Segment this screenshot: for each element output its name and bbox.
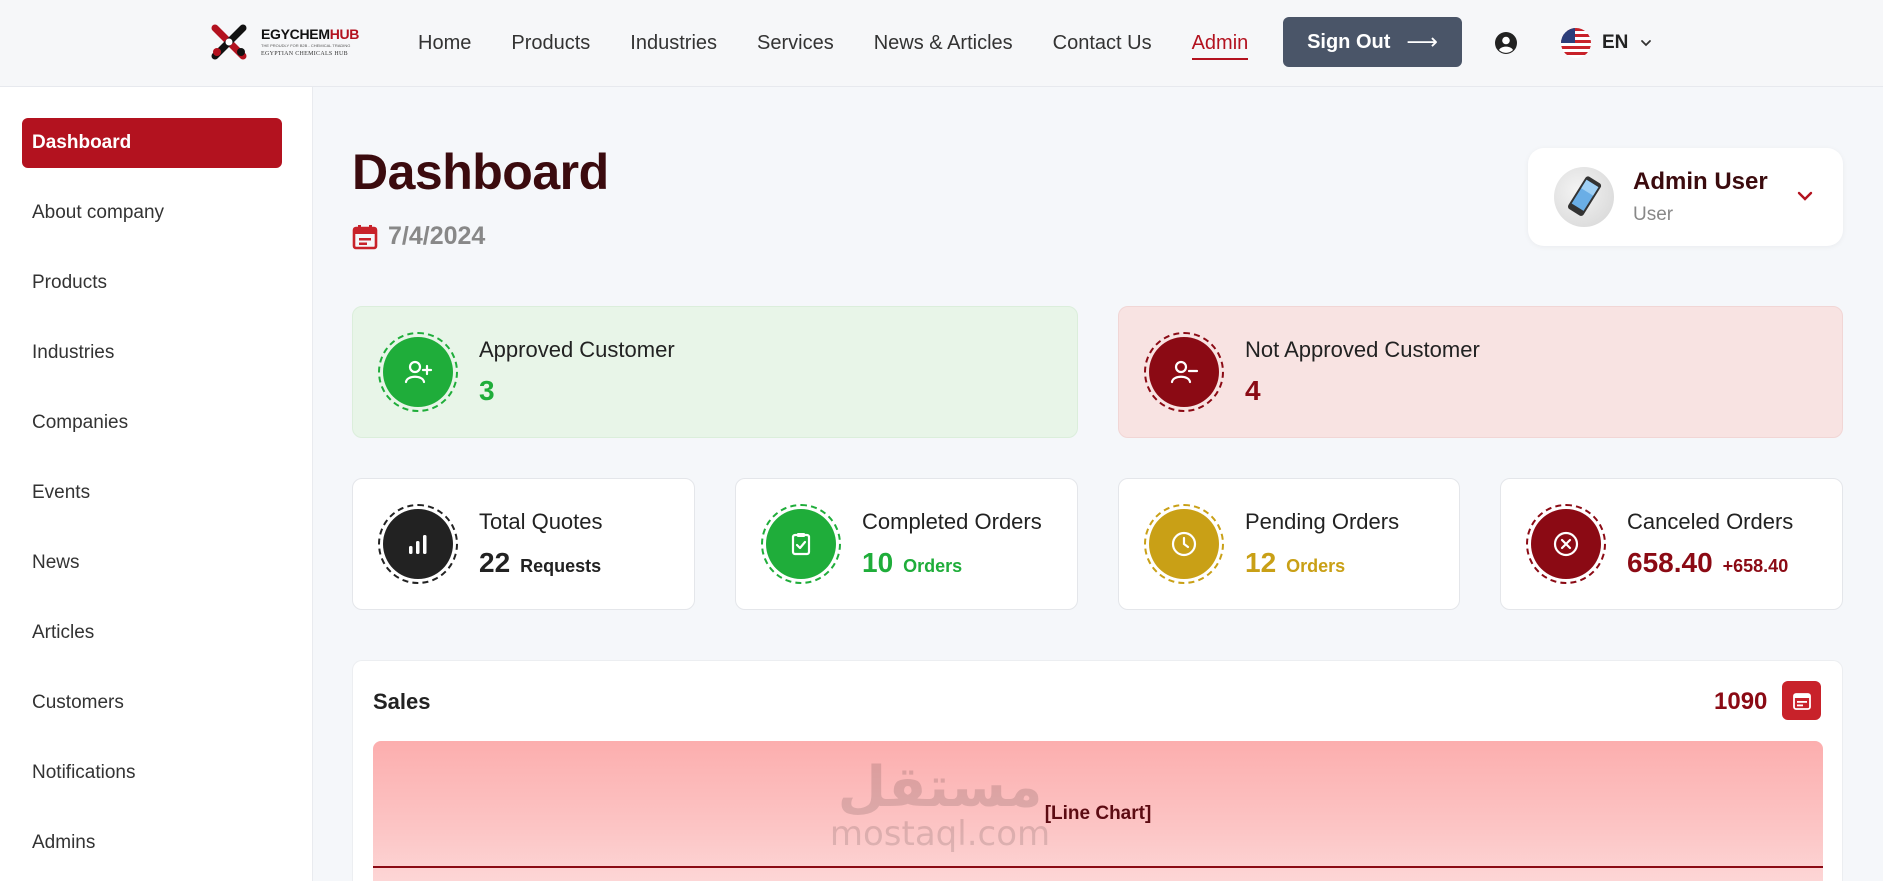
clipboard-check-icon xyxy=(791,533,811,556)
canceled-orders-delta: +658.40 xyxy=(1722,556,1789,576)
account-circle-icon[interactable] xyxy=(1494,31,1518,55)
sidebar-item-events[interactable]: Events xyxy=(22,468,282,518)
completed-orders-value-row: 10 Orders xyxy=(862,547,962,579)
approved-customer-count: 3 xyxy=(479,375,495,406)
chevron-down-icon xyxy=(1641,40,1652,47)
completed-orders-unit: Orders xyxy=(903,556,963,576)
pending-orders-card[interactable]: Pending Orders 12 Orders xyxy=(1118,478,1460,610)
calendar-icon xyxy=(352,224,378,249)
logo-mark-icon xyxy=(207,22,251,62)
sales-title: Sales xyxy=(373,689,431,714)
nav-link-admin[interactable]: Admin xyxy=(1191,32,1249,60)
user-remove-icon xyxy=(1170,360,1199,384)
chart-placeholder-label: [Line Chart] xyxy=(1044,803,1152,824)
nav-link-home[interactable]: Home xyxy=(418,32,471,55)
sidebar-item-about-company[interactable]: About company xyxy=(22,188,282,238)
approved-customer-card[interactable]: Approved Customer 3 xyxy=(352,306,1078,438)
calendar-icon xyxy=(1792,692,1811,710)
sales-total: 1090 xyxy=(1714,688,1768,715)
language-label: EN xyxy=(1602,32,1629,53)
brand-name: EGYCHEMHUB xyxy=(261,26,360,42)
arrow-right-icon: ⟶ xyxy=(1406,29,1438,54)
current-date: 7/4/2024 xyxy=(388,222,486,250)
not-approved-customer-count: 4 xyxy=(1245,375,1261,406)
sign-out-label: Sign Out xyxy=(1307,30,1391,53)
sidebar-item-dashboard[interactable]: Dashboard xyxy=(22,118,282,168)
completed-orders-count: 10 xyxy=(862,547,894,578)
brand-logo[interactable]: EGYCHEMHUB THE PROUDLY FOR B2B - CHEMICA… xyxy=(207,22,379,62)
completed-orders-label: Completed Orders xyxy=(862,509,1042,534)
sidebar-item-customers[interactable]: Customers xyxy=(22,678,282,728)
not-approved-customer-label: Not Approved Customer xyxy=(1245,337,1480,362)
total-quotes-count: 22 xyxy=(479,547,511,578)
canceled-orders-amount: 658.40 xyxy=(1627,547,1713,578)
sidebar-item-industries[interactable]: Industries xyxy=(22,328,282,378)
us-flag-icon xyxy=(1561,28,1591,58)
sidebar-item-articles[interactable]: Articles xyxy=(22,608,282,658)
canceled-icon-ring xyxy=(1526,504,1606,584)
sidebar-item-admins[interactable]: Admins xyxy=(22,818,282,868)
language-selector[interactable]: EN xyxy=(1561,28,1652,58)
sidebar-item-notifications[interactable]: Notifications xyxy=(22,748,282,798)
close-circle-icon xyxy=(1553,531,1579,557)
sales-panel: Sales 1090 [Line Chart] xyxy=(352,660,1843,881)
total-quotes-card[interactable]: Total Quotes 22 Requests xyxy=(352,478,695,610)
pending-orders-label: Pending Orders xyxy=(1245,509,1400,534)
main-nav: Home Products Industries Services News &… xyxy=(418,0,1288,87)
avatar xyxy=(1554,167,1614,227)
total-quotes-unit: Requests xyxy=(520,556,602,576)
bar-chart-icon xyxy=(409,535,427,554)
approved-customer-label: Approved Customer xyxy=(479,337,675,362)
nav-link-industries[interactable]: Industries xyxy=(630,32,717,55)
brand-tagline: THE PROUDLY FOR B2B - CHEMICAL TRADING xyxy=(261,43,351,48)
sidebar-item-news[interactable]: News xyxy=(22,538,282,588)
pending-orders-unit: Orders xyxy=(1286,556,1346,576)
pending-orders-value-row: 12 Orders xyxy=(1245,547,1345,579)
nav-link-products[interactable]: Products xyxy=(511,32,590,55)
user-add-icon xyxy=(404,360,433,384)
sales-date-filter-button[interactable] xyxy=(1782,681,1821,720)
pending-icon-ring xyxy=(1144,504,1224,584)
profile-role: User xyxy=(1633,204,1674,225)
pending-orders-count: 12 xyxy=(1245,547,1277,578)
approved-customer-value-row: 3 xyxy=(479,375,495,407)
total-quotes-label: Total Quotes xyxy=(479,509,603,534)
chevron-down-icon xyxy=(1797,191,1813,201)
sign-out-button[interactable]: Sign Out ⟶ xyxy=(1283,17,1462,67)
date-display: 7/4/2024 xyxy=(352,222,485,251)
nav-link-news-articles[interactable]: News & Articles xyxy=(874,32,1013,55)
brand-wordmark: EGYCHEMHUB THE PROUDLY FOR B2B - CHEMICA… xyxy=(261,27,359,57)
top-navbar: EGYCHEMHUB THE PROUDLY FOR B2B - CHEMICA… xyxy=(0,0,1883,87)
sales-line-chart: [Line Chart] xyxy=(373,741,1823,881)
completed-orders-card[interactable]: Completed Orders 10 Orders xyxy=(735,478,1078,610)
nav-link-contact-us[interactable]: Contact Us xyxy=(1053,32,1152,55)
profile-name: Admin User xyxy=(1633,168,1768,195)
canceled-orders-label: Canceled Orders xyxy=(1627,509,1794,534)
not-approved-customer-card[interactable]: Not Approved Customer 4 xyxy=(1118,306,1843,438)
canceled-orders-card[interactable]: Canceled Orders 658.40 +658.40 xyxy=(1500,478,1843,610)
approved-icon-ring xyxy=(378,332,458,412)
not-approved-icon-ring xyxy=(1144,332,1224,412)
sidebar-item-companies[interactable]: Companies xyxy=(22,398,282,448)
quotes-icon-ring xyxy=(378,504,458,584)
chart-baseline xyxy=(373,866,1823,868)
completed-icon-ring xyxy=(761,504,841,584)
not-approved-customer-value-row: 4 xyxy=(1245,375,1261,407)
sidebar: Dashboard About company Products Industr… xyxy=(0,87,313,881)
total-quotes-value-row: 22 Requests xyxy=(479,547,601,579)
nav-link-services[interactable]: Services xyxy=(757,32,834,55)
page-title: Dashboard xyxy=(352,144,609,200)
brand-subtitle: EGYPTIAN CHEMICALS HUB xyxy=(261,51,348,57)
profile-menu[interactable]: Admin User User xyxy=(1528,148,1843,246)
canceled-orders-value-row: 658.40 +658.40 xyxy=(1627,547,1788,579)
clock-icon xyxy=(1171,531,1197,557)
sidebar-item-products[interactable]: Products xyxy=(22,258,282,308)
